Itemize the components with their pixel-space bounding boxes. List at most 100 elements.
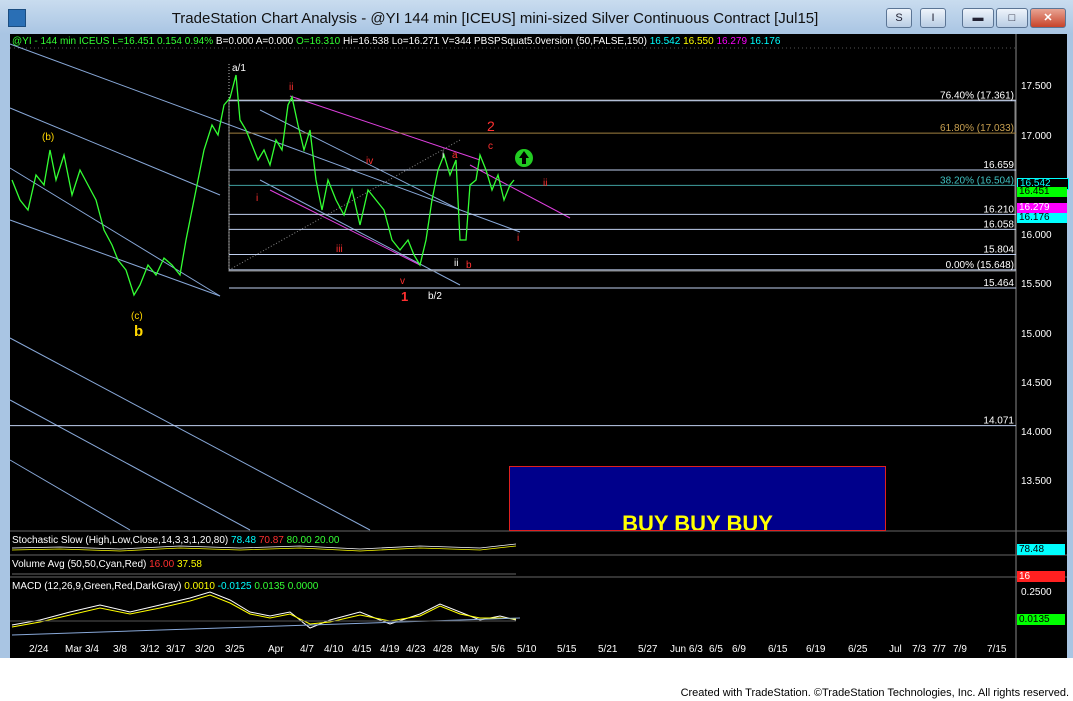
wave-label-b2: b/2: [428, 291, 442, 302]
wave-label-b-paren: (b): [42, 132, 54, 143]
wave-label-iii: iii: [336, 244, 343, 255]
tick-14500: 14.500: [1021, 378, 1052, 389]
date-label-10: 4/15: [352, 644, 372, 655]
tick-15000: 15.000: [1021, 329, 1052, 340]
date-label-5: 3/20: [195, 644, 215, 655]
date-label-26: Jul: [889, 644, 902, 655]
date-label-6: 3/25: [225, 644, 245, 655]
date-label-17: 5/15: [557, 644, 577, 655]
level-label-4: 16.210: [983, 204, 1014, 215]
macd-v2: -0.0125: [217, 581, 252, 592]
macd-panel[interactable]: MACD (12,26,9,Green,Red,DarkGray) 0.0010…: [12, 581, 318, 592]
date-axis: 2/24 Mar 3/4 3/8 3/12 3/17 3/20 3/25 Apr 4/7 4/10…: [10, 643, 1016, 658]
volume-value: V=344: [442, 36, 472, 47]
date-label-12: 4/23: [406, 644, 426, 655]
study-label: PBSPSquat5.0version (50,FALSE,150): [474, 36, 647, 47]
footer: Created with TradeStation. ©TradeStation…: [0, 658, 1073, 701]
date-label-21: 6/5: [709, 644, 723, 655]
symbol-header: @YI - 144 min ICEUS L=16.451 0.154 0.94%…: [12, 36, 780, 47]
macd-v4: 0.0000: [287, 581, 319, 592]
macd-axis-value: 0.0135: [1017, 614, 1065, 625]
wave-label-v: v: [400, 276, 405, 287]
date-label-1: Mar 3/4: [65, 644, 99, 655]
date-label-25: 6/25: [848, 644, 868, 655]
level-label-8: 15.464: [983, 278, 1014, 289]
study-val-1: 16.542: [649, 36, 681, 47]
date-label-3: 3/12: [140, 644, 160, 655]
date-label-23: 6/15: [768, 644, 788, 655]
wave-label-a1: a/1: [232, 63, 246, 74]
tick-14000: 14.000: [1021, 427, 1052, 438]
macd-v1: 0.0010: [184, 581, 215, 592]
date-label-19: 5/27: [638, 644, 658, 655]
tick-17500: 17.500: [1021, 81, 1052, 92]
tick-15500: 15.500: [1021, 279, 1052, 290]
date-label-7: Apr: [268, 644, 284, 655]
chart-window: TradeStation Chart Analysis - @YI 144 mi…: [0, 0, 1073, 701]
volume-axis-value: 16: [1017, 571, 1065, 582]
date-label-9: 4/10: [324, 644, 344, 655]
wave-label-ii-top: ii: [289, 82, 293, 93]
ask-value: A=0.000: [255, 36, 294, 47]
date-label-16: 5/10: [517, 644, 537, 655]
tick-13500: 13.500: [1021, 476, 1052, 487]
date-label-2: 3/8: [113, 644, 127, 655]
date-label-27: 7/3: [912, 644, 926, 655]
buy-box-text: BUY BUY BUY: [622, 511, 773, 531]
high-value: Hi=16.538: [343, 36, 389, 47]
level-label-7: 0.00% (15.648): [946, 260, 1014, 271]
date-label-0: 2/24: [29, 644, 49, 655]
macd-axis-tick: 0.2500: [1021, 587, 1052, 598]
date-label-8: 4/7: [300, 644, 314, 655]
stoch-axis-value: 78.48: [1017, 544, 1065, 555]
date-label-11: 4/19: [380, 644, 400, 655]
wave-label-1: 1: [401, 289, 408, 304]
wave-label-i-right: i: [517, 233, 519, 244]
bid-value: B=0.000: [215, 36, 254, 47]
change-value: 0.154: [156, 36, 182, 47]
wave-label-c-paren: (c): [131, 311, 143, 322]
wave-label-b: b: [466, 260, 472, 271]
marker-16176: 16.176: [1017, 213, 1067, 223]
wave-label-c: c: [488, 141, 493, 152]
tick-16000: 16.000: [1021, 230, 1052, 241]
stoch-label: Stochastic Slow (High,Low,Close,14,3,3,1…: [12, 535, 229, 546]
wave-label-a: a: [452, 150, 458, 161]
price-axis: 17.500 17.000 16.000 15.500 15.000 14.50…: [1016, 34, 1069, 534]
date-label-14: May: [460, 644, 479, 655]
stoch-v2: 70.87: [258, 535, 284, 546]
date-label-20: Jun 6/3: [670, 644, 703, 655]
date-label-29: 7/9: [953, 644, 967, 655]
buy-box: BUY BUY BUY: [509, 466, 886, 531]
date-label-22: 6/9: [732, 644, 746, 655]
date-label-13: 4/28: [433, 644, 453, 655]
volume-v1: 16.00: [149, 559, 175, 570]
macd-v3: 0.0135: [254, 581, 285, 592]
wave-label-i-white: i: [442, 150, 444, 161]
level-label-9: 14.071: [983, 416, 1014, 427]
copyright-text: Created with TradeStation. ©TradeStation…: [680, 687, 1069, 699]
macd-label: MACD (12,26,9,Green,Red,DarkGray): [12, 581, 182, 592]
low-value: Lo=16.271: [391, 36, 440, 47]
date-label-4: 3/17: [166, 644, 186, 655]
level-label-0: 76.40% (17.361): [940, 91, 1014, 102]
level-label-1: 61.80% (17.033): [940, 123, 1014, 134]
date-label-30: 7/15: [987, 644, 1007, 655]
level-label-5: 16.058: [983, 219, 1014, 230]
volume-v2: 37.58: [176, 559, 202, 570]
stoch-v4: 20.00: [314, 535, 340, 546]
volume-panel[interactable]: Volume Avg (50,50,Cyan,Red) 16.00 37.58: [12, 559, 202, 570]
open-value: O=16.310: [296, 36, 341, 47]
stochastic-panel[interactable]: Stochastic Slow (High,Low,Close,14,3,3,1…: [12, 535, 339, 546]
marker-16451: 16.451: [1017, 187, 1067, 197]
wave-label-i: i: [256, 193, 258, 204]
wave-label-ii-right: ii: [543, 178, 547, 189]
wave-label-ii-white: ii: [454, 258, 458, 269]
wave-label-b-big: b: [134, 323, 143, 340]
level-label-2: 16.659: [983, 160, 1014, 171]
date-label-15: 5/6: [491, 644, 505, 655]
stoch-v3: 80.00: [286, 535, 312, 546]
pct-change: 0.94%: [184, 36, 214, 47]
study-val-2: 16.550: [683, 36, 714, 47]
wave-label-iv: iv: [366, 156, 373, 167]
